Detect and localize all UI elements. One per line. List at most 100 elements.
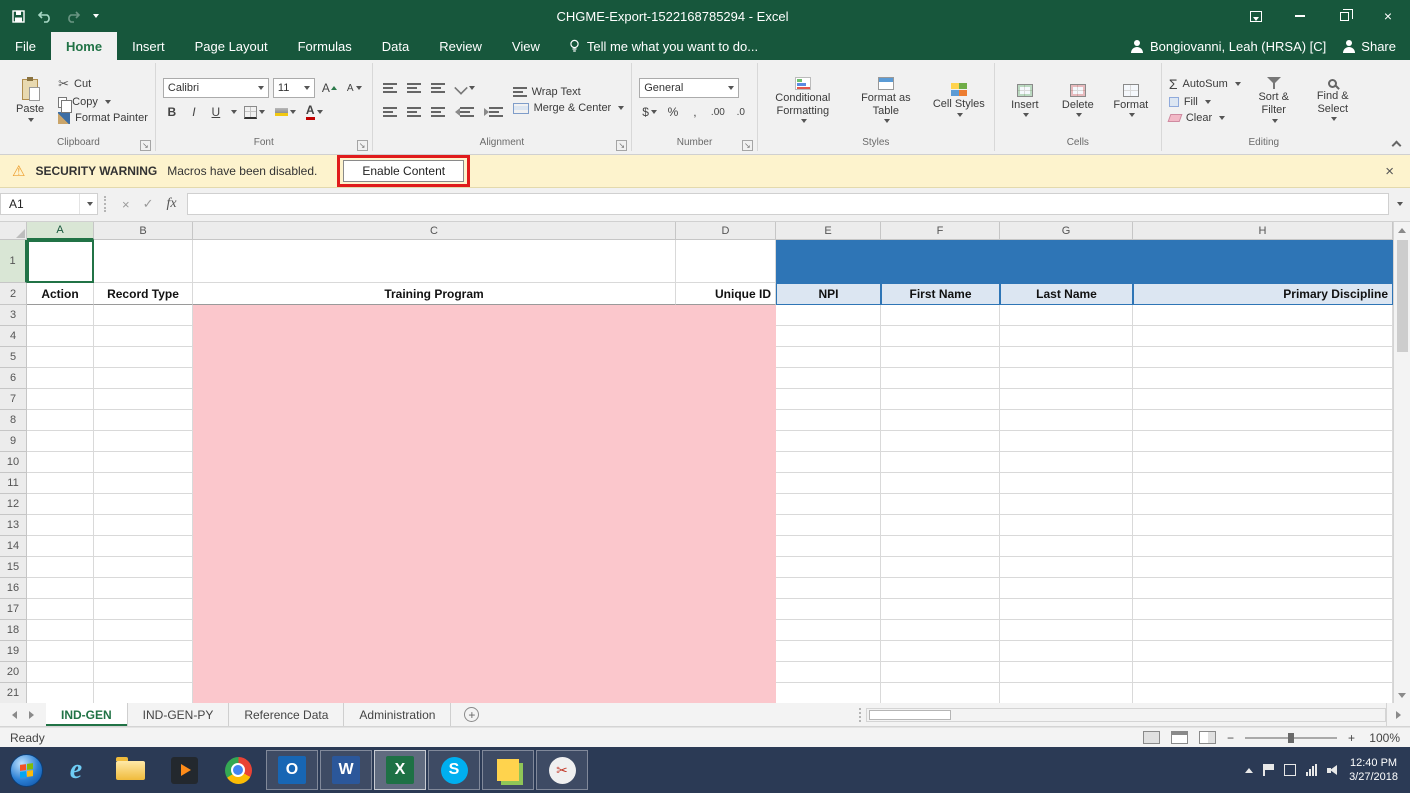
cell-D16[interactable]	[676, 578, 776, 599]
cell-F11[interactable]	[881, 473, 1000, 494]
cell-E3[interactable]	[776, 305, 881, 326]
cell-F17[interactable]	[881, 599, 1000, 620]
cell-A9[interactable]	[27, 431, 94, 452]
cell-E18[interactable]	[776, 620, 881, 641]
cell-B5[interactable]	[94, 347, 193, 368]
cell-B19[interactable]	[94, 641, 193, 662]
cell-D19[interactable]	[676, 641, 776, 662]
cell-C10[interactable]	[193, 452, 676, 473]
cell-D15[interactable]	[676, 557, 776, 578]
horizontal-scrollbar[interactable]	[866, 703, 1386, 726]
cut-button[interactable]: ✂Cut	[58, 76, 148, 92]
row-header-2[interactable]: 2	[0, 283, 27, 305]
media-player-button[interactable]	[158, 750, 210, 790]
row-header-3[interactable]: 3	[0, 305, 27, 326]
format-cells-button[interactable]: Format	[1108, 84, 1154, 117]
cell-B20[interactable]	[94, 662, 193, 683]
user-account[interactable]: Bongiovanni, Leah (HRSA) [C]	[1131, 39, 1326, 54]
cell-D4[interactable]	[676, 326, 776, 347]
name-box-dropdown[interactable]	[79, 194, 97, 214]
column-header-C[interactable]: C	[193, 222, 676, 240]
cell-H3[interactable]	[1133, 305, 1393, 326]
cell-A17[interactable]	[27, 599, 94, 620]
cell-G17[interactable]	[1000, 599, 1133, 620]
tab-view[interactable]: View	[497, 32, 555, 60]
row-header-15[interactable]: 15	[0, 557, 27, 578]
cell-G8[interactable]	[1000, 410, 1133, 431]
cell-D18[interactable]	[676, 620, 776, 641]
cell-C5[interactable]	[193, 347, 676, 368]
cell-E4[interactable]	[776, 326, 881, 347]
cell-G20[interactable]	[1000, 662, 1133, 683]
number-format-select[interactable]: General	[639, 78, 739, 98]
tab-data[interactable]: Data	[367, 32, 424, 60]
cell-A5[interactable]	[27, 347, 94, 368]
cell-F1[interactable]	[881, 240, 1000, 283]
cell-H20[interactable]	[1133, 662, 1393, 683]
volume-icon[interactable]	[1327, 764, 1339, 776]
cell-A2[interactable]: Action	[27, 283, 94, 305]
cell-A3[interactable]	[27, 305, 94, 326]
cell-A15[interactable]	[27, 557, 94, 578]
close-button[interactable]: ×	[1366, 0, 1410, 32]
cell-C17[interactable]	[193, 599, 676, 620]
copy-button[interactable]: Copy	[58, 96, 148, 108]
snipping-tool-button[interactable]: ✂	[536, 750, 588, 790]
column-header-F[interactable]: F	[881, 222, 1000, 240]
cell-G1[interactable]	[1000, 240, 1133, 283]
cell-B8[interactable]	[94, 410, 193, 431]
sort-filter-button[interactable]: Sort & Filter	[1248, 77, 1300, 122]
font-color-button[interactable]: A	[303, 102, 326, 122]
cell-E12[interactable]	[776, 494, 881, 515]
cell-H14[interactable]	[1133, 536, 1393, 557]
paste-button[interactable]: Paste	[9, 77, 51, 124]
percent-style-button[interactable]: %	[664, 102, 682, 122]
column-header-G[interactable]: G	[1000, 222, 1133, 240]
bold-button[interactable]: B	[163, 102, 181, 122]
cell-C2[interactable]: Training Program	[193, 283, 676, 305]
cell-D21[interactable]	[676, 683, 776, 703]
cell-C4[interactable]	[193, 326, 676, 347]
cell-A13[interactable]	[27, 515, 94, 536]
cell-A4[interactable]	[27, 326, 94, 347]
cell-B16[interactable]	[94, 578, 193, 599]
cell-C13[interactable]	[193, 515, 676, 536]
cell-H13[interactable]	[1133, 515, 1393, 536]
cell-F6[interactable]	[881, 368, 1000, 389]
previous-sheet-icon[interactable]	[12, 711, 17, 719]
row-header-17[interactable]: 17	[0, 599, 27, 620]
cell-A19[interactable]	[27, 641, 94, 662]
italic-button[interactable]: I	[185, 102, 203, 122]
sticky-notes-button[interactable]	[482, 750, 534, 790]
cell-C16[interactable]	[193, 578, 676, 599]
row-header-4[interactable]: 4	[0, 326, 27, 347]
start-button[interactable]	[3, 747, 49, 793]
cell-H2[interactable]: Primary Discipline	[1133, 283, 1393, 305]
cell-C3[interactable]	[193, 305, 676, 326]
cell-C1[interactable]	[193, 240, 676, 283]
cell-F12[interactable]	[881, 494, 1000, 515]
page-break-view-button[interactable]	[1199, 731, 1216, 744]
cell-C9[interactable]	[193, 431, 676, 452]
cell-E2[interactable]: NPI	[776, 283, 881, 305]
cell-E21[interactable]	[776, 683, 881, 703]
cell-H7[interactable]	[1133, 389, 1393, 410]
cell-F20[interactable]	[881, 662, 1000, 683]
row-header-14[interactable]: 14	[0, 536, 27, 557]
cell-E14[interactable]	[776, 536, 881, 557]
cell-B7[interactable]	[94, 389, 193, 410]
name-box[interactable]: A1	[0, 193, 98, 215]
cell-G4[interactable]	[1000, 326, 1133, 347]
cell-E11[interactable]	[776, 473, 881, 494]
row-header-5[interactable]: 5	[0, 347, 27, 368]
cell-C19[interactable]	[193, 641, 676, 662]
cell-H9[interactable]	[1133, 431, 1393, 452]
cell-G11[interactable]	[1000, 473, 1133, 494]
enable-content-button[interactable]: Enable Content	[343, 160, 464, 182]
cell-G19[interactable]	[1000, 641, 1133, 662]
cell-H11[interactable]	[1133, 473, 1393, 494]
tell-me-box[interactable]: Tell me what you want to do...	[555, 32, 772, 60]
cell-D8[interactable]	[676, 410, 776, 431]
cell-B10[interactable]	[94, 452, 193, 473]
cell-D2[interactable]: Unique ID	[676, 283, 776, 305]
